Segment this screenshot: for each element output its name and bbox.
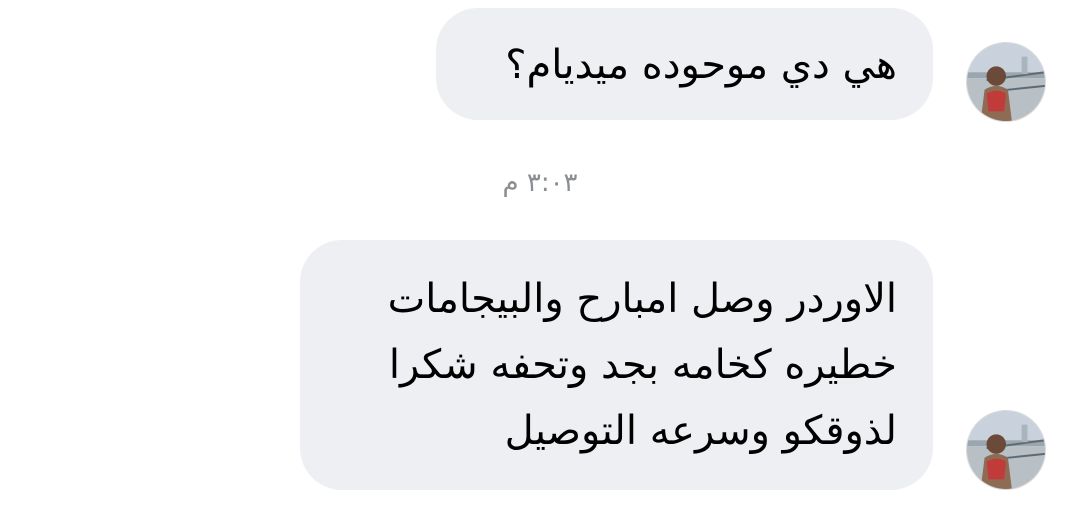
- sender-avatar[interactable]: [966, 42, 1046, 122]
- message-text: هي دي موحوده ميديام؟: [505, 42, 897, 88]
- chat-thread: هي دي موحوده ميديام؟ ٣:٠٣ م الاوردر وصل …: [0, 0, 1080, 526]
- profile-photo-icon: [967, 43, 1045, 121]
- message-bubble[interactable]: الاوردر وصل امبارح والبيجامات خطيره كخام…: [300, 240, 933, 490]
- sender-avatar[interactable]: [966, 410, 1046, 490]
- message-text-line: لذوقكو وسرعه التوصيل: [504, 408, 897, 454]
- message-timestamp: ٣:٠٣ م: [502, 168, 578, 198]
- message-text-line: الاوردر وصل امبارح والبيجامات: [387, 276, 897, 322]
- message-bubble[interactable]: هي دي موحوده ميديام؟: [436, 8, 933, 120]
- message-text-line: خطيره كخامه بجد وتحفه شكرا: [388, 342, 897, 388]
- profile-photo-icon: [967, 411, 1045, 489]
